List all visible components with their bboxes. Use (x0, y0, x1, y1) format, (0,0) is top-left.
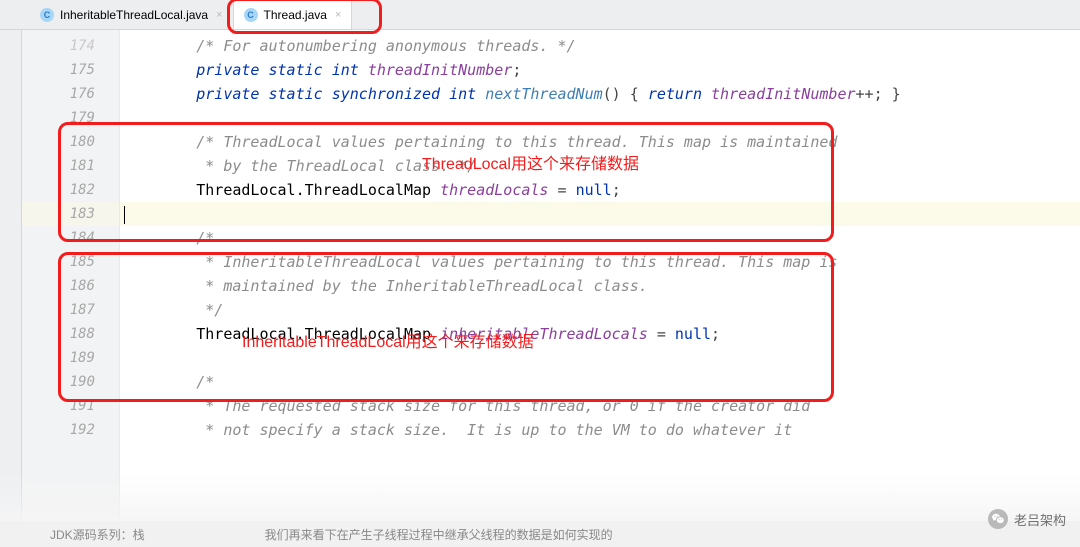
tab-thread-java[interactable]: C Thread.java × (234, 0, 353, 29)
related-link-left[interactable]: JDK源码系列：栈 (50, 526, 145, 543)
close-icon[interactable]: × (216, 9, 222, 21)
wechat-icon (988, 509, 1008, 529)
line-number[interactable]: 185 (22, 250, 119, 274)
line-number[interactable]: 190 (22, 370, 119, 394)
java-class-icon: C (40, 8, 54, 22)
line-number[interactable]: 176 (22, 82, 119, 106)
line-number[interactable]: 187 (22, 298, 119, 322)
line-number-gutter[interactable]: 1741751761791801811821831841851861871881… (22, 30, 120, 521)
line-number[interactable]: 192 (22, 418, 119, 442)
line-number[interactable]: 186 (22, 274, 119, 298)
annotation-text-threadlocals: ThreadLocal用这个来存储数据 (422, 150, 639, 174)
close-icon[interactable]: × (335, 9, 341, 21)
code-line[interactable]: */ (120, 298, 1080, 322)
related-text-right: 我们再来看下在产生子线程过程中继承父线程的数据是如何实现的 (265, 526, 613, 543)
code-line[interactable]: * not specify a stack size. It is up to … (120, 418, 1080, 442)
code-line[interactable]: /* (120, 370, 1080, 394)
code-line[interactable] (120, 202, 1080, 226)
code-line[interactable]: private static int threadInitNumber; (120, 58, 1080, 82)
line-number[interactable]: 180 (22, 130, 119, 154)
line-number[interactable]: 181 (22, 154, 119, 178)
line-number[interactable]: 188 (22, 322, 119, 346)
line-number[interactable]: 189 (22, 346, 119, 370)
code-editor[interactable]: ThreadLocal用这个来存储数据 InheritableThreadLoc… (120, 30, 1080, 521)
watermark-text: 老吕架构 (1014, 510, 1066, 529)
tab-label: Thread.java (264, 8, 327, 22)
code-line[interactable]: /* (120, 226, 1080, 250)
related-content-bar: JDK源码系列：栈 我们再来看下在产生子线程过程中继承父线程的数据是如何实现的 (0, 521, 1080, 547)
code-line[interactable]: * maintained by the InheritableThreadLoc… (120, 274, 1080, 298)
tab-inheritablethreadlocal-java[interactable]: C InheritableThreadLocal.java × (30, 0, 234, 29)
java-class-icon: C (244, 8, 258, 22)
code-line[interactable]: /* For autonumbering anonymous threads. … (120, 34, 1080, 58)
line-number[interactable]: 182 (22, 178, 119, 202)
line-number[interactable]: 179 (22, 106, 119, 130)
code-line[interactable]: * The requested stack size for this thre… (120, 394, 1080, 418)
code-line[interactable]: * InheritableThreadLocal values pertaini… (120, 250, 1080, 274)
tab-label: InheritableThreadLocal.java (60, 8, 208, 22)
code-line[interactable]: ThreadLocal.ThreadLocalMap threadLocals … (120, 178, 1080, 202)
line-number[interactable]: 184 (22, 226, 119, 250)
line-number[interactable]: 191 (22, 394, 119, 418)
annotation-text-inheritable: InheritableThreadLocal用这个来存储数据 (242, 328, 534, 352)
editor-tabs: C InheritableThreadLocal.java × C Thread.jav… (0, 0, 1080, 30)
watermark: 老吕架构 (988, 509, 1066, 529)
editor-area: 1741751761791801811821831841851861871881… (0, 30, 1080, 521)
line-number[interactable]: 174 (22, 34, 119, 58)
code-line[interactable] (120, 106, 1080, 130)
line-number[interactable]: 175 (22, 58, 119, 82)
tool-window-sidebar[interactable] (0, 30, 22, 521)
code-line[interactable]: private static synchronized int nextThre… (120, 82, 1080, 106)
line-number[interactable]: 183 (22, 202, 119, 226)
